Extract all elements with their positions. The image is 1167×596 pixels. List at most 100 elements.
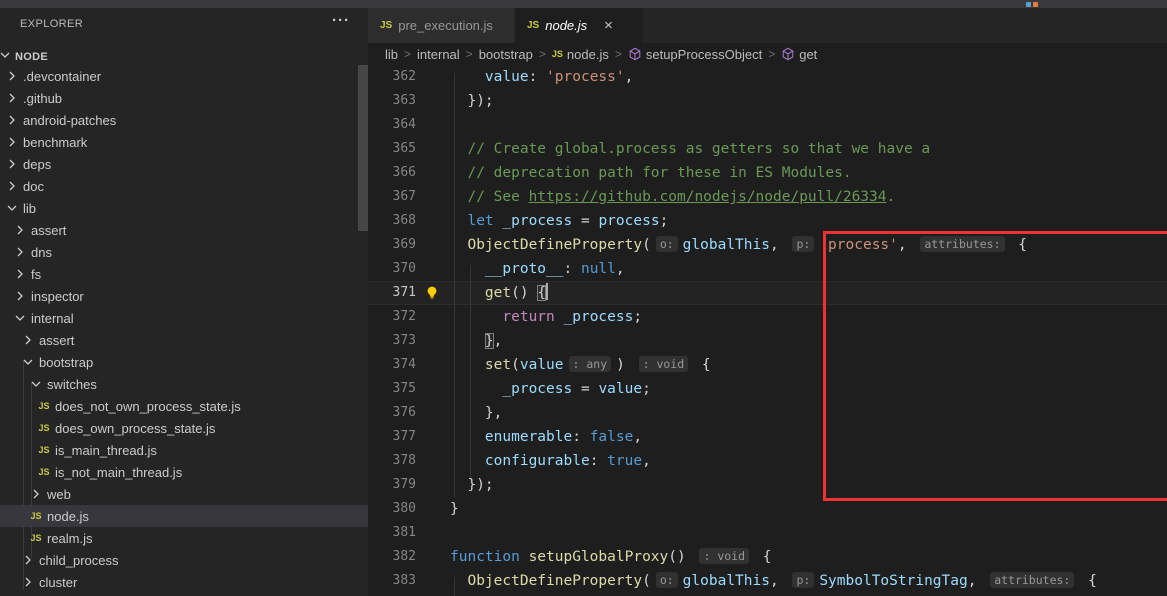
- line-number[interactable]: 371: [368, 281, 416, 305]
- code-line-368[interactable]: 368 let _process = process;: [368, 209, 1167, 233]
- line-number[interactable]: 365: [368, 137, 416, 161]
- tree-item-internal[interactable]: internal: [0, 307, 368, 329]
- line-number[interactable]: 369: [368, 233, 416, 257]
- tree-item-does_own_process_state.js[interactable]: JSdoes_own_process_state.js: [0, 417, 368, 439]
- tree-item-does_not_own_process_state.js[interactable]: JSdoes_not_own_process_state.js: [0, 395, 368, 417]
- tree-item-label: android-patches: [23, 113, 116, 128]
- tree-item-label: assert: [31, 223, 66, 238]
- lightbulb-icon[interactable]: [416, 281, 450, 305]
- line-number[interactable]: 382: [368, 545, 416, 569]
- tree-item-realm.js[interactable]: JSrealm.js: [0, 527, 368, 549]
- breadcrumb-label: lib: [385, 47, 398, 62]
- comment-link[interactable]: https://github.com/nodejs/node/pull/2633…: [529, 189, 887, 205]
- tree-item-assert[interactable]: assert: [0, 329, 368, 351]
- line-number[interactable]: 378: [368, 449, 416, 473]
- more-actions-icon[interactable]: ···: [332, 12, 350, 29]
- code-token: ,: [616, 261, 625, 277]
- code-line-372[interactable]: 372 return _process;: [368, 305, 1167, 329]
- tree-item-node.js[interactable]: JSnode.js: [0, 505, 368, 527]
- tree-item-assert[interactable]: assert: [0, 219, 368, 241]
- code-line-369[interactable]: 369 ObjectDefineProperty(o:globalThis, p…: [368, 233, 1167, 257]
- line-number[interactable]: 367: [368, 185, 416, 209]
- breadcrumb-item-node.js[interactable]: JSnode.js: [552, 47, 609, 62]
- line-number[interactable]: 368: [368, 209, 416, 233]
- breadcrumb-item-bootstrap[interactable]: bootstrap: [479, 47, 533, 62]
- breadcrumb-item-lib[interactable]: lib: [385, 47, 398, 62]
- tree-item-deps[interactable]: deps: [0, 153, 368, 175]
- line-number[interactable]: 379: [368, 473, 416, 497]
- tree-item-bootstrap[interactable]: bootstrap: [0, 351, 368, 373]
- code-line-365[interactable]: 365 // Create global.process as getters …: [368, 137, 1167, 161]
- sidebar-scrollbar[interactable]: [358, 65, 368, 231]
- code-line-362[interactable]: 362 value: 'process',: [368, 65, 1167, 89]
- code-line-363[interactable]: 363 });: [368, 89, 1167, 113]
- line-number[interactable]: 374: [368, 353, 416, 377]
- line-number[interactable]: 366: [368, 161, 416, 185]
- code-line-377[interactable]: 377 enumerable: false,: [368, 425, 1167, 449]
- code-token: [450, 573, 467, 589]
- close-icon[interactable]: ×: [601, 17, 616, 34]
- line-number[interactable]: 381: [368, 521, 416, 545]
- js-file-icon: JS: [28, 508, 44, 524]
- code-line-378[interactable]: 378 configurable: true,: [368, 449, 1167, 473]
- line-number[interactable]: 370: [368, 257, 416, 281]
- line-number[interactable]: 377: [368, 425, 416, 449]
- breadcrumb-label: bootstrap: [479, 47, 533, 62]
- tree-item-label: inspector: [31, 289, 84, 304]
- tree-item-web[interactable]: web: [0, 483, 368, 505]
- tree-item-.github[interactable]: .github: [0, 87, 368, 109]
- tree-item-dns[interactable]: dns: [0, 241, 368, 263]
- line-number[interactable]: 364: [368, 113, 416, 137]
- chevron-right-icon: [4, 112, 20, 128]
- code-line-366[interactable]: 366 // deprecation path for these in ES …: [368, 161, 1167, 185]
- code-line-380[interactable]: 380}: [368, 497, 1167, 521]
- code-line-381[interactable]: 381: [368, 521, 1167, 545]
- tab-pre_execution[interactable]: JS pre_execution.js: [368, 8, 515, 43]
- breadcrumb-item-internal[interactable]: internal: [417, 47, 460, 62]
- code-editor[interactable]: 362 value: 'process',363 });364365 // Cr…: [368, 65, 1167, 596]
- code-line-364[interactable]: 364: [368, 113, 1167, 137]
- line-number[interactable]: 376: [368, 401, 416, 425]
- tree-item-is_not_main_thread.js[interactable]: JSis_not_main_thread.js: [0, 461, 368, 483]
- code-token: ,: [642, 453, 651, 469]
- breadcrumb-item-get[interactable]: get: [781, 47, 817, 62]
- breadcrumb-item-setupProcessObject[interactable]: setupProcessObject: [628, 47, 762, 62]
- tree-item-lib[interactable]: lib: [0, 197, 368, 219]
- code-line-383[interactable]: 383 ObjectDefineProperty(o:globalThis, p…: [368, 569, 1167, 593]
- line-number[interactable]: 363: [368, 89, 416, 113]
- code-line-373[interactable]: 373 },: [368, 329, 1167, 353]
- tree-item-android-patches[interactable]: android-patches: [0, 109, 368, 131]
- code-line-370[interactable]: 370 __proto__: null,: [368, 257, 1167, 281]
- code-line-367[interactable]: 367 // See https://github.com/nodejs/nod…: [368, 185, 1167, 209]
- code-token: [450, 309, 502, 325]
- line-number[interactable]: 383: [368, 569, 416, 593]
- code-line-376[interactable]: 376 },: [368, 401, 1167, 425]
- line-number[interactable]: 373: [368, 329, 416, 353]
- tree-item-label: web: [47, 487, 71, 502]
- tree-item-cluster[interactable]: cluster: [0, 571, 368, 593]
- section-label: NODE: [15, 51, 48, 63]
- line-number[interactable]: 372: [368, 305, 416, 329]
- code-line-371[interactable]: 371 get() {: [368, 281, 1167, 305]
- tree-item-fs[interactable]: fs: [0, 263, 368, 285]
- line-number[interactable]: 380: [368, 497, 416, 521]
- tree-item-child_process[interactable]: child_process: [0, 549, 368, 571]
- code-line-382[interactable]: 382function setupGlobalProxy() : void {: [368, 545, 1167, 569]
- code-text: // See https://github.com/nodejs/node/pu…: [450, 185, 895, 209]
- tree-item-inspector[interactable]: inspector: [0, 285, 368, 307]
- tree-item-doc[interactable]: doc: [0, 175, 368, 197]
- tab-node[interactable]: JS node.js ×: [515, 8, 643, 43]
- code-line-379[interactable]: 379 });: [368, 473, 1167, 497]
- code-token: {: [693, 357, 710, 373]
- tree-item-label: lib: [23, 201, 36, 216]
- code-line-374[interactable]: 374 set(value: any) : void {: [368, 353, 1167, 377]
- code-token: {: [1010, 237, 1027, 253]
- line-number[interactable]: 362: [368, 65, 416, 89]
- tree-item-benchmark[interactable]: benchmark: [0, 131, 368, 153]
- tree-item-switches[interactable]: switches: [0, 373, 368, 395]
- tree-item-.devcontainer[interactable]: .devcontainer: [0, 65, 368, 87]
- line-number[interactable]: 375: [368, 377, 416, 401]
- code-line-375[interactable]: 375 _process = value;: [368, 377, 1167, 401]
- glyph-margin: [416, 569, 450, 593]
- tree-item-is_main_thread.js[interactable]: JSis_main_thread.js: [0, 439, 368, 461]
